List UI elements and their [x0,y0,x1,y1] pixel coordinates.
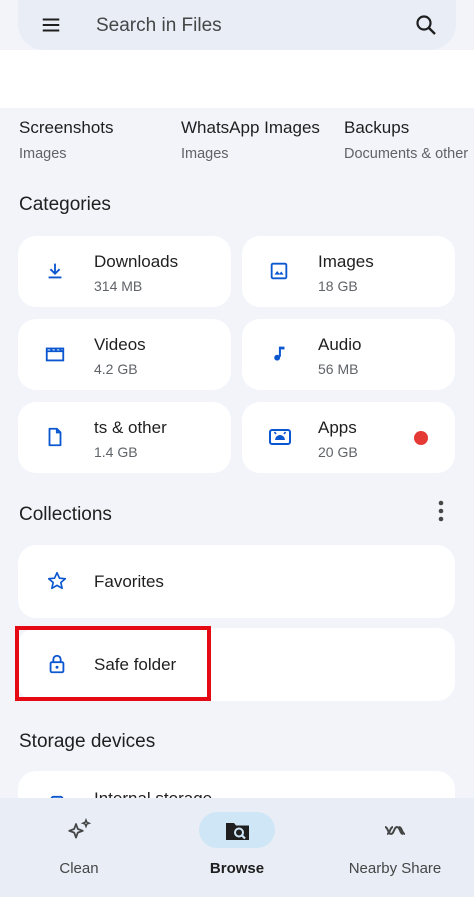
category-name: Apps [318,418,357,437]
search-placeholder[interactable]: Search in Files [96,15,222,37]
recent-folder-backups[interactable]: Backups Documents & other [344,118,468,162]
menu-icon[interactable] [40,14,62,36]
recent-folder-name: Backups [344,118,410,137]
category-name: Downloads [94,252,179,271]
android-icon [268,426,292,448]
highlight-box [15,626,211,701]
nearby-share-icon [382,818,410,844]
category-videos[interactable]: Videos 4.2 GB [18,319,231,390]
nav-nearby-share[interactable]: Nearby Share [316,798,474,897]
more-options-icon[interactable] [438,500,444,522]
recent-folder-screenshots[interactable]: Screenshots Images [19,118,114,162]
categories-heading: Categories [19,194,111,215]
category-downloads[interactable]: Downloads 314 MB [18,236,231,307]
category-name: Videos [94,335,146,354]
category-size: 314 MB [94,278,143,294]
recent-folder-whatsapp-images[interactable]: WhatsApp Images Images [181,118,320,162]
star-icon [46,570,68,592]
nav-label: Nearby Share [348,860,442,877]
recent-folder-type: Images [19,146,67,162]
category-audio[interactable]: Audio 56 MB [242,319,455,390]
category-size: 1.4 GB [94,444,138,460]
storage-devices-heading: Storage devices [19,731,156,752]
recent-folder-type: Images [181,146,229,162]
category-size: 56 MB [318,361,359,377]
notification-dot [414,431,428,445]
category-images[interactable]: Images 18 GB [242,236,455,307]
nav-browse[interactable]: Browse [158,798,316,897]
nav-label: Browse [209,860,265,877]
download-icon [44,260,66,282]
search-icon[interactable] [414,13,438,37]
category-documents[interactable]: ts & other 1.4 GB [18,402,231,473]
recent-folder-name: WhatsApp Images [181,118,320,137]
sparkle-icon [66,818,94,844]
browse-folder-icon [224,818,252,844]
category-name: Images [318,252,374,271]
category-size: 20 GB [318,444,358,460]
collection-label: Favorites [94,572,164,591]
nav-clean[interactable]: Clean [0,798,158,897]
video-icon [44,343,66,365]
recent-folder-name: Screenshots [19,118,114,137]
image-icon [268,260,290,282]
category-name: Audio [318,335,362,354]
category-name: ts & other [94,418,167,437]
top-white-band [0,50,474,108]
bottom-navigation: Clean Browse Nearby Share [0,798,474,897]
category-size: 4.2 GB [94,361,138,377]
document-icon [44,426,66,448]
recent-folder-type: Documents & other [344,146,469,162]
collections-heading: Collections [19,504,112,525]
category-apps[interactable]: Apps 20 GB [242,402,455,473]
music-note-icon [268,343,290,365]
category-size: 18 GB [318,278,358,294]
collection-favorites[interactable]: Favorites [18,545,455,618]
search-bar[interactable]: Search in Files [18,0,456,50]
nav-label: Clean [59,860,99,877]
